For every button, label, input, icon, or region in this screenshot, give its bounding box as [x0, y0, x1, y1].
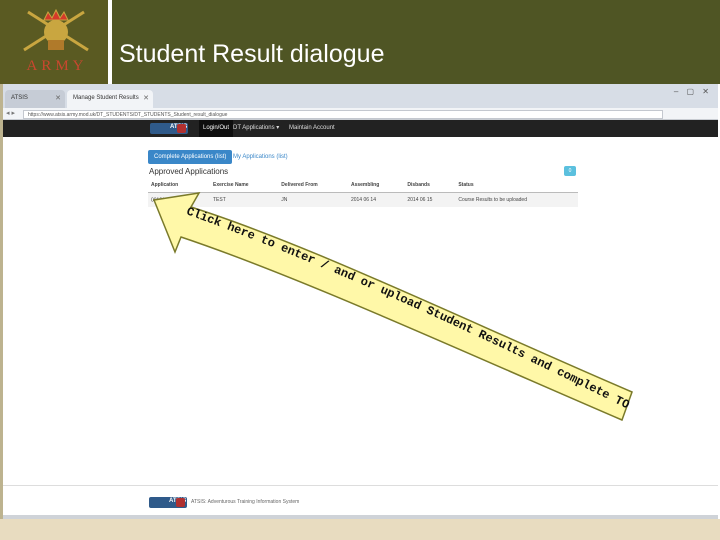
cell-assembling: 2014 06 14	[347, 192, 405, 208]
col-status[interactable]: Status	[455, 178, 578, 193]
count-badge[interactable]: 0	[564, 166, 576, 176]
cell-status: Course Results to be uploaded	[455, 192, 578, 208]
footer-logo-mark-icon	[176, 498, 185, 507]
logo-mark-icon	[177, 124, 186, 133]
footer-atsis-logo: ATSIS	[149, 497, 187, 508]
app-footer: ATSIS ATSIS: Adventurous Training Inform…	[3, 485, 718, 519]
close-tab-icon[interactable]: ✕	[55, 94, 61, 102]
slide-title: Student Result dialogue	[119, 40, 385, 68]
browser-tab-label: Manage Student Results	[73, 95, 139, 101]
tab-my-applications[interactable]: My Applications (list)	[227, 150, 294, 164]
application-link[interactable]: 0012111	[151, 197, 170, 203]
back-forward-icon[interactable]: ◂ ▸	[6, 109, 15, 117]
col-disbands[interactable]: Disbands	[404, 178, 456, 193]
address-bar: ◂ ▸ https://www.atsis.army.mod.uk/DT_STU…	[3, 108, 718, 120]
cell-exercise-name: TEST	[209, 192, 279, 208]
browser-tab-label: ATSIS	[11, 95, 28, 101]
tab-complete-applications[interactable]: Complete Applications (list)	[148, 150, 233, 164]
slide-footer-band	[0, 519, 720, 540]
atsis-logo[interactable]: ATSIS	[150, 123, 188, 134]
slide: ARMY Student Result dialogue ATSIS ✕ Man…	[0, 0, 720, 540]
nav-login-out[interactable]: Login/Out	[199, 120, 234, 137]
browser-window: ATSIS ✕ Manage Student Results ✕ – ▢ ✕ ◂…	[3, 84, 718, 519]
footer-text: ATSIS: Adventurous Training Information …	[191, 499, 300, 505]
url-field[interactable]: https://www.atsis.army.mod.uk/DT_STUDENT…	[23, 110, 663, 119]
browser-tab-atsis[interactable]: ATSIS ✕	[5, 90, 65, 108]
col-application[interactable]: Application	[148, 178, 210, 193]
crest-icon	[23, 8, 89, 52]
cell-application[interactable]: 0012111	[148, 192, 210, 208]
section-title: Approved Applications	[149, 167, 229, 176]
browser-tab-results[interactable]: Manage Student Results ✕	[67, 90, 153, 108]
table-header-row: Application Exercise Name Delivered From…	[148, 178, 578, 193]
col-delivered-from[interactable]: Delivered From	[278, 178, 348, 193]
window-controls[interactable]: – ▢ ✕	[674, 87, 712, 96]
table-row[interactable]: 0012111 TEST JN 2014 06 14 2014 06 15 Co…	[148, 192, 578, 208]
col-exercise-name[interactable]: Exercise Name	[209, 178, 279, 193]
applications-panel: Complete Applications (list) My Applicat…	[143, 140, 579, 400]
browser-tabstrip: ATSIS ✕ Manage Student Results ✕ – ▢ ✕	[3, 84, 718, 108]
app-navbar: ATSIS Login/Out DT Applications ▾ Mainta…	[3, 120, 718, 137]
col-assembling[interactable]: Assembling	[347, 178, 405, 193]
nav-dt-applications[interactable]: DT Applications ▾	[229, 120, 283, 137]
close-tab-icon[interactable]: ✕	[143, 94, 149, 102]
approved-applications-table: Application Exercise Name Delivered From…	[148, 178, 578, 208]
cell-disbands: 2014 06 15	[404, 192, 456, 208]
cell-delivered-from: JN	[278, 192, 348, 208]
nav-maintain-account[interactable]: Maintain Account	[285, 120, 339, 137]
edit-icon[interactable]	[172, 197, 183, 203]
army-wordmark: ARMY	[26, 58, 88, 74]
